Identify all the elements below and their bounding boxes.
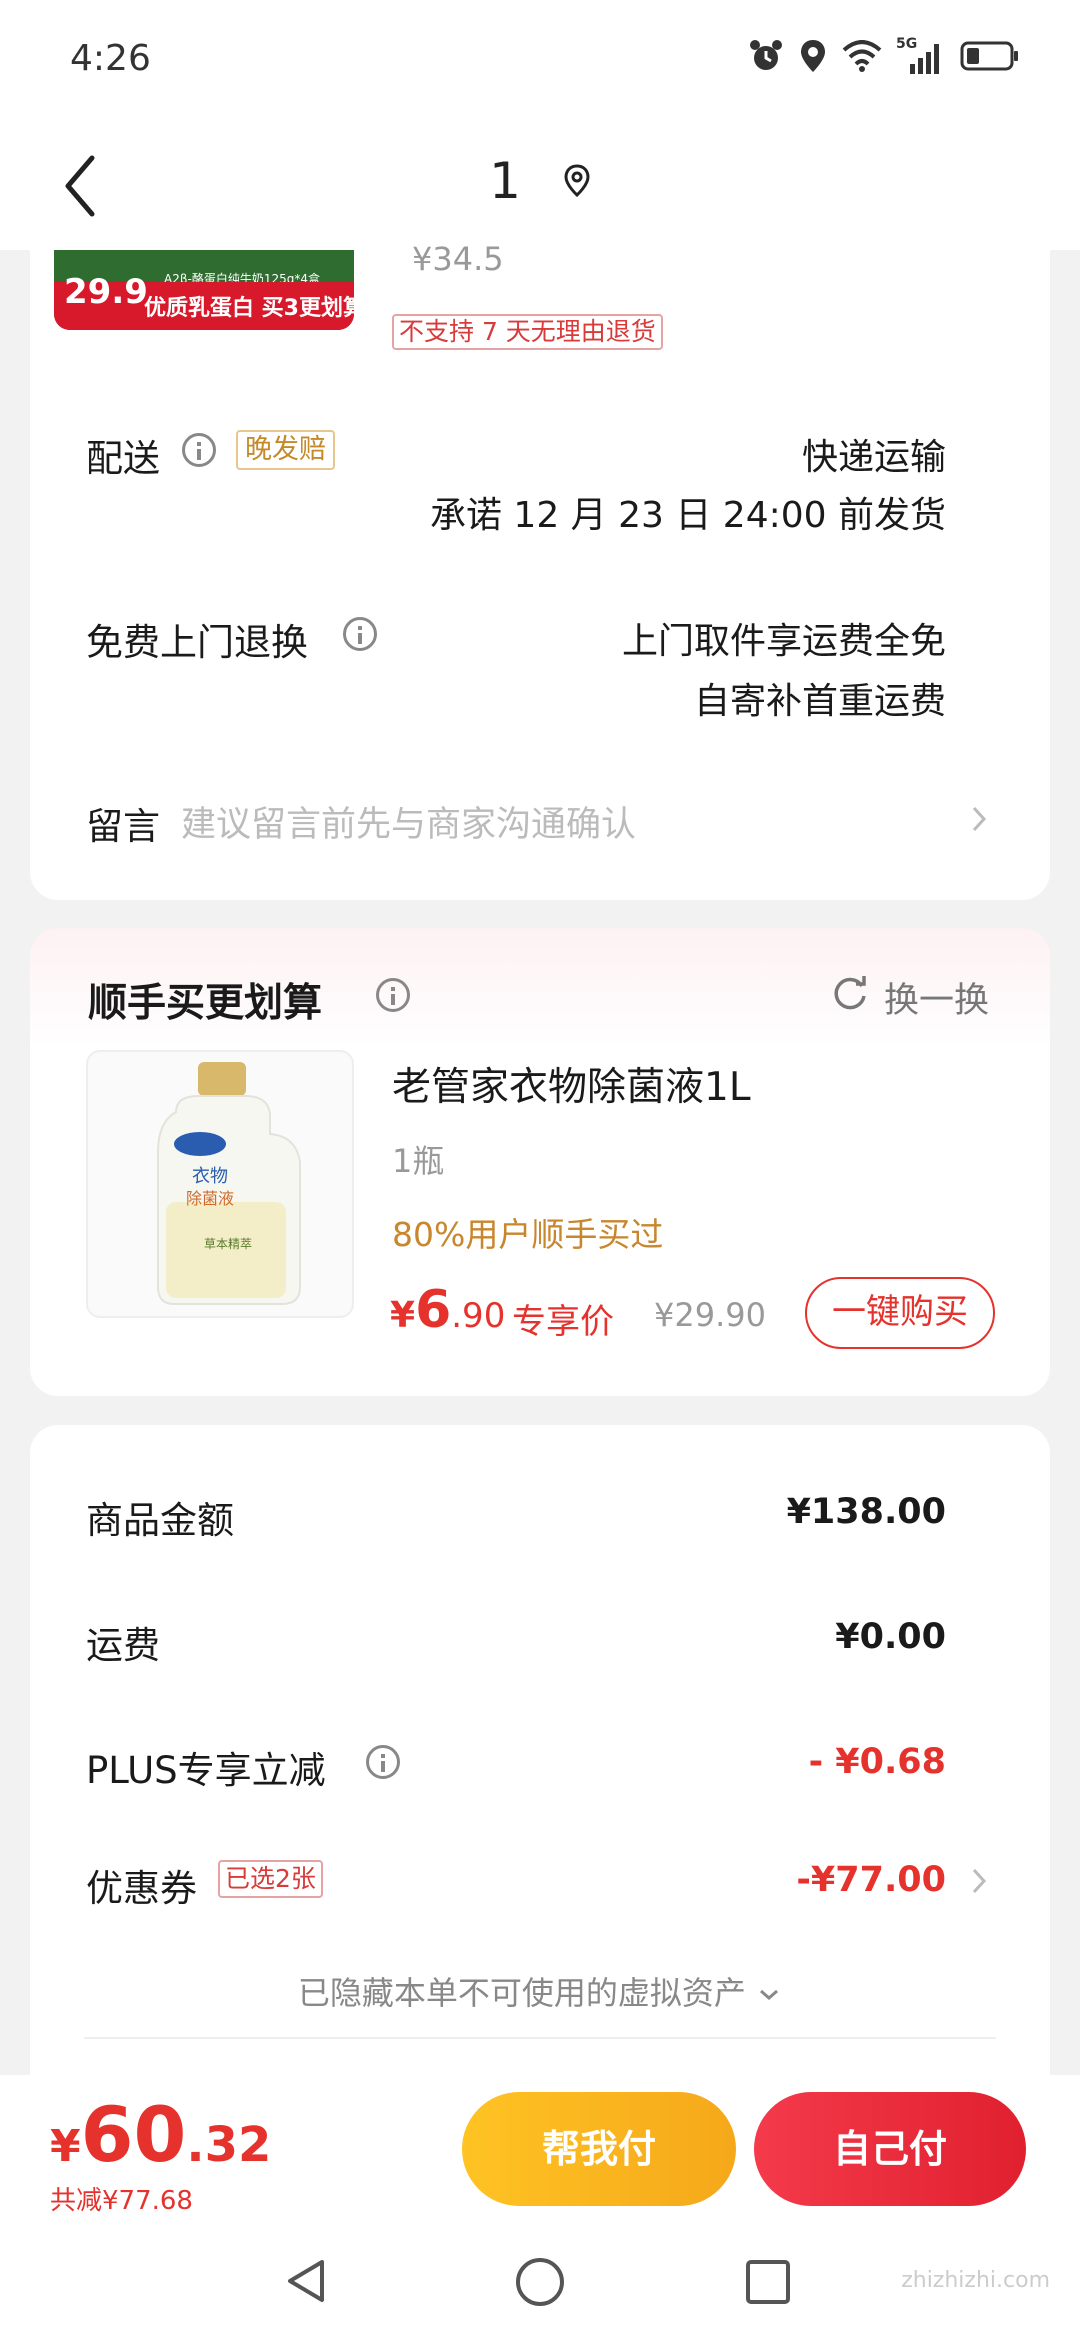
free-return-label: 免费上门退换: [86, 621, 308, 664]
upsell-original-price: ¥29.90: [654, 1296, 766, 1334]
page-title: 1: [0, 148, 1080, 210]
plus-discount-value: - ¥0.68: [808, 1742, 946, 1782]
upsell-info-icon[interactable]: [376, 978, 410, 1012]
coupon-selected-badge: 已选2张: [218, 1860, 323, 1898]
status-icons: 5G: [748, 36, 1020, 74]
free-return-line2: 自寄补首重运费: [693, 681, 946, 722]
hidden-assets-toggle[interactable]: 已隐藏本单不可使用的虚拟资产: [0, 1968, 1080, 2014]
help-me-pay-button[interactable]: 帮我付: [462, 2092, 736, 2206]
delivery-info-icon[interactable]: [182, 433, 216, 467]
shipping-value: ¥0.00: [835, 1617, 946, 1657]
goods-amount-label: 商品金额: [86, 1499, 234, 1542]
delivery-method: 快递运输: [801, 437, 946, 478]
upsell-price-dec: .90: [451, 1296, 506, 1336]
total-saved: 共减¥77.68: [50, 2186, 193, 2216]
delivery-promise: 承诺 12 月 23 日 24:00 前发货: [429, 495, 946, 536]
upsell-title: 顺手买更划算: [88, 981, 323, 1026]
location-status-icon: [801, 40, 825, 72]
bottle-text-line2: 除菌液: [186, 1189, 234, 1208]
one-click-buy-button[interactable]: 一键购买: [805, 1277, 995, 1349]
total-price-dec: .32: [186, 2117, 272, 2173]
signal-icon: 5G: [896, 36, 946, 74]
chevron-down-icon: [760, 1989, 779, 2000]
status-time: 4:26: [70, 38, 151, 79]
upsell-product-image[interactable]: 衣物 除菌液 草本精萃: [86, 1050, 354, 1318]
thumbnail-caption: 优质乳蛋白 买3更划算: [144, 296, 354, 321]
shipping-label: 运费: [86, 1624, 160, 1667]
message-input[interactable]: 建议留言前先与商家沟通确认: [181, 796, 636, 847]
upsell-price-int: 6: [415, 1280, 452, 1340]
location-pin-icon[interactable]: [563, 163, 591, 199]
free-return-info-icon[interactable]: [343, 617, 377, 651]
total-price-symbol: ¥: [50, 2121, 81, 2172]
detergent-bottle-image: 衣物 除菌液 草本精萃: [157, 1062, 301, 1305]
hidden-assets-text: 已隐藏本单不可使用的虚拟资产: [297, 1974, 746, 2012]
message-chevron-right-icon[interactable]: [970, 802, 990, 836]
delivery-label: 配送: [86, 437, 160, 480]
late-compensation-badge: 晚发赔: [236, 430, 335, 470]
upsell-price-symbol: ¥: [390, 1295, 416, 1336]
pay-myself-button[interactable]: 自己付: [754, 2092, 1026, 2206]
upsell-product-spec: 1瓶: [392, 1142, 445, 1180]
coupon-value[interactable]: -¥77.00: [796, 1860, 946, 1900]
no-return-badge: 不支持 7 天无理由退货: [392, 314, 663, 350]
product-original-price: ¥34.5: [412, 240, 504, 278]
plus-discount-label: PLUS专享立减: [86, 1749, 326, 1792]
nav-recents-square-icon[interactable]: [744, 2258, 792, 2306]
bottle-text-line1: 衣物: [192, 1166, 228, 1187]
refresh-button[interactable]: 换一换: [884, 972, 989, 1023]
upsell-price: ¥6.90: [390, 1280, 505, 1340]
watermark: zhizhizhi.com: [901, 2268, 1050, 2293]
alarm-icon: [750, 40, 782, 70]
total-price: ¥60.32: [50, 2090, 271, 2179]
wifi-icon: [842, 40, 882, 72]
message-label: 留言: [86, 805, 160, 848]
coupon-label[interactable]: 优惠券: [86, 1858, 197, 1912]
free-return-line1: 上门取件享运费全免: [621, 621, 946, 662]
bottle-text-line3: 草本精萃: [204, 1237, 252, 1251]
nav-home-circle-icon[interactable]: [514, 2256, 566, 2308]
battery-icon: [960, 41, 1018, 71]
goods-amount-value: ¥138.00: [786, 1492, 946, 1532]
refresh-icon[interactable]: [830, 972, 870, 1012]
thumbnail-price: 29.9: [64, 272, 148, 312]
page-title-text: 1: [489, 151, 521, 210]
status-bar: 4:26 5G: [0, 0, 1080, 120]
upsell-price-label: 专享价: [512, 1302, 614, 1342]
upsell-product-hint: 80%用户顺手买过: [392, 1215, 664, 1254]
coupon-chevron-right-icon[interactable]: [970, 1864, 990, 1898]
product-thumbnail[interactable]: A2β-酪蛋白纯牛奶125g*4盒 29.9 优质乳蛋白 买3更划算: [54, 250, 354, 330]
network-type: 5G: [896, 36, 918, 52]
plus-info-icon[interactable]: [366, 1745, 400, 1779]
upsell-product-name[interactable]: 老管家衣物除菌液1L: [392, 1056, 751, 1112]
total-price-int: 60: [80, 2090, 187, 2179]
divider: [84, 2037, 996, 2039]
nav-back-triangle-icon[interactable]: [282, 2256, 332, 2306]
nav-bar: 1: [0, 120, 1080, 250]
